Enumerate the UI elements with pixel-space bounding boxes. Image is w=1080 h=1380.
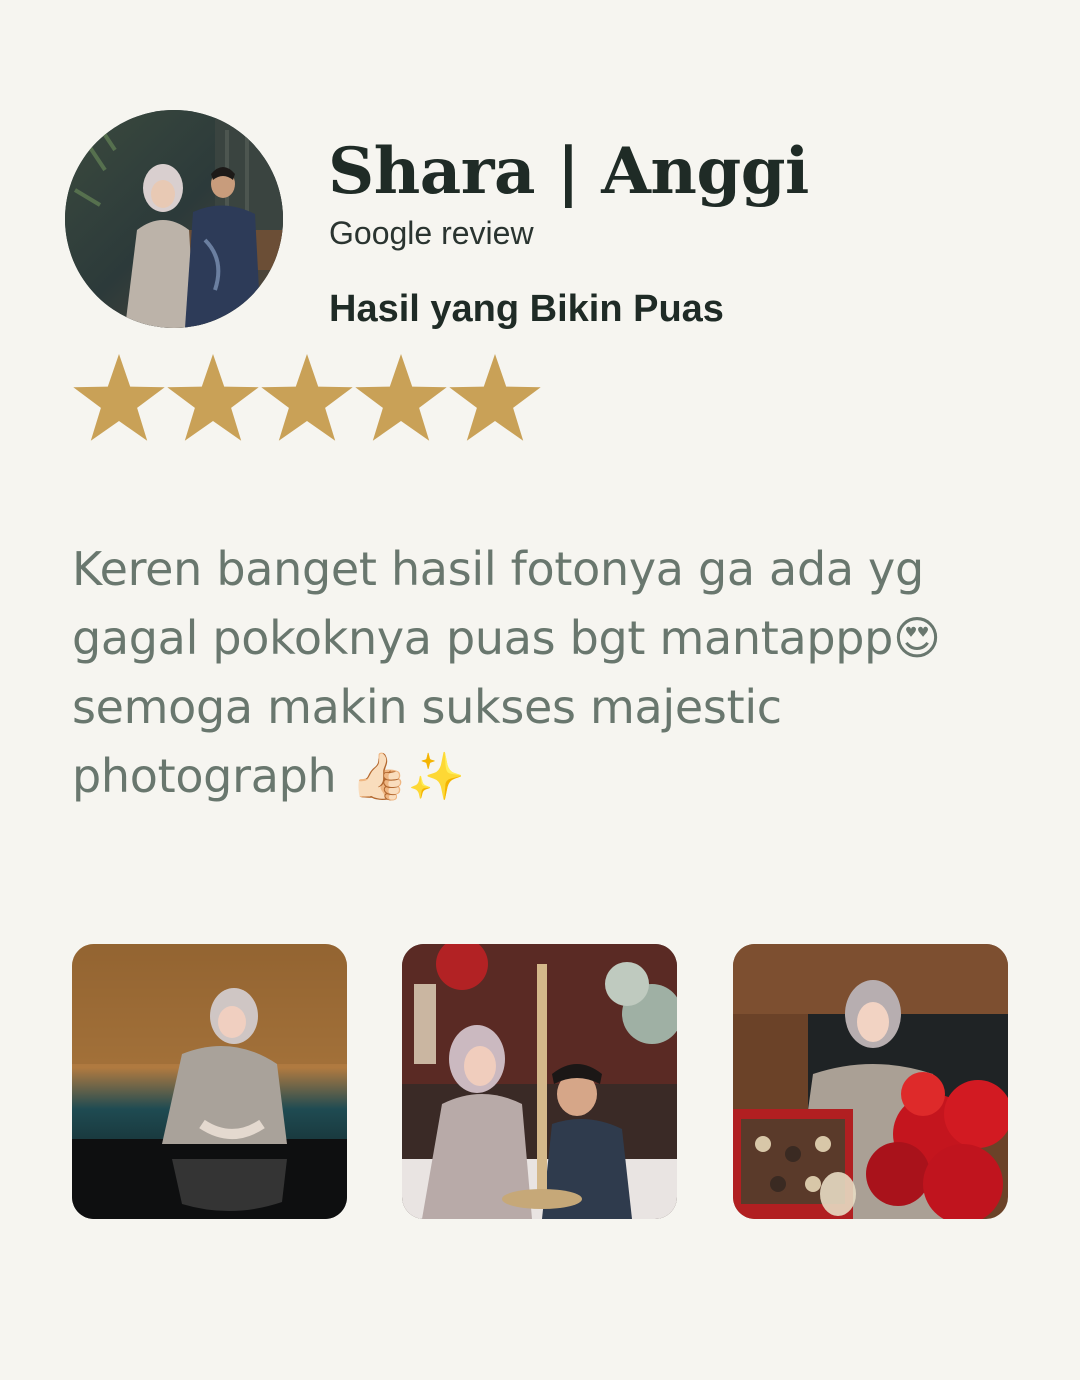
review-photos [72, 944, 1008, 1219]
star-icon [449, 354, 541, 441]
star-icon [167, 354, 259, 441]
star-icon [355, 354, 447, 441]
star-icon [73, 354, 165, 441]
star-rating [72, 352, 542, 448]
review-title: Hasil yang Bikin Puas [329, 288, 724, 330]
review-text: Keren banget hasil fotonya ga ada yg gag… [72, 542, 941, 803]
reviewer-avatar [65, 110, 283, 328]
review-photo[interactable] [402, 944, 677, 1219]
star-icon [261, 354, 353, 441]
reviewer-name: Shara | Anggi [328, 134, 809, 209]
review-photo[interactable] [72, 944, 347, 1219]
review-source: Google review [329, 215, 534, 251]
review-photo[interactable] [733, 944, 1008, 1219]
